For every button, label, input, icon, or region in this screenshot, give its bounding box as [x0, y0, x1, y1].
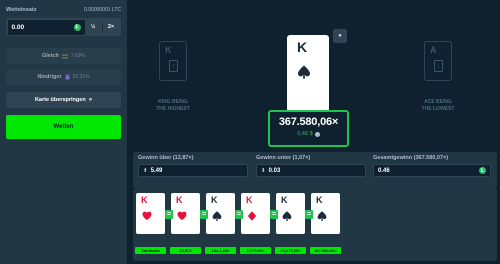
profit-higher-field: ⬆ 5.49 — [138, 164, 248, 177]
profit-lower-label: Gewinn unter (1,07×) — [256, 155, 311, 161]
double-chevron-icon: » — [88, 97, 93, 103]
spade-icon — [317, 211, 327, 221]
half-bet-button[interactable]: ½ — [85, 20, 102, 35]
bet-sidebar: Wetteinsatz 0.00000001 LTC 0.00 Ł ½ 2× G… — [0, 0, 127, 264]
total-profit: Gesamtgewinn (367.580,07×) 0.46 Ł — [373, 155, 491, 177]
history-card: K — [276, 193, 305, 234]
profit-higher: Gewinn über (12,87×) ⬆ 5.49 — [138, 155, 248, 177]
double-bet-button[interactable]: 2× — [103, 20, 120, 35]
history-card: K — [206, 193, 235, 234]
bet-amount-label: Wetteinsatz — [6, 7, 37, 13]
bet-lower-label: Niedriger — [37, 74, 62, 80]
bet-same-probability: 7,69% — [70, 53, 85, 59]
place-bet-button[interactable]: Wetten — [6, 115, 121, 139]
profit-lower-field: ⬇ 0.03 — [256, 164, 366, 177]
history-card-rank: K — [316, 195, 323, 205]
bet-crypto-value: 0.00000001 LTC — [84, 7, 121, 13]
history-multiplier-tag: 367.580,06× — [310, 247, 341, 254]
equals-marker-icon: = — [270, 210, 278, 219]
spade-icon — [212, 211, 222, 221]
profit-higher-value-wrap: ⬆ 5.49 — [143, 168, 162, 174]
ghost-card-rank: A — [430, 45, 437, 55]
equals-icon — [61, 54, 68, 58]
profit-higher-label: Gewinn über (12,87×) — [138, 155, 194, 161]
equals-marker-icon: = — [165, 210, 173, 219]
bet-amount-value[interactable]: 0.00 — [12, 24, 25, 31]
bet-input-row: 0.00 Ł ½ 2× — [6, 18, 121, 36]
bet-same-button[interactable]: Gleich 7,69% — [6, 48, 121, 64]
diamond-icon — [247, 211, 257, 221]
heart-icon — [142, 211, 152, 220]
history-card: K — [311, 193, 340, 234]
ace-caption-line2: THE LOWEST — [421, 105, 455, 112]
equals-marker-icon: = — [305, 210, 313, 219]
ghost-card-rank: K — [165, 45, 172, 55]
history-card-rank: K — [141, 195, 148, 205]
ace-caption: ACE BEING THE LOWEST — [408, 99, 468, 112]
down-arrow-icon: ↓ — [434, 60, 443, 72]
bet-lower-button[interactable]: Niedriger 92,31% — [6, 69, 121, 85]
skip-card-label: Karte überspringen — [34, 97, 86, 103]
total-profit-field: 0.46 Ł — [373, 164, 491, 177]
up-arrow-icon: ↑ — [169, 60, 178, 72]
profit-higher-value: 5.49 — [150, 167, 163, 174]
spade-icon — [282, 211, 292, 221]
profit-lower: Gewinn unter (1,07×) ⬇ 0.03 — [256, 155, 366, 177]
history-multiplier-tag: 2,375,00× — [240, 247, 271, 254]
coin-icon — [314, 131, 320, 137]
history-card-rank: K — [281, 195, 288, 205]
payout-box: 367.580,06× 0,46 $ — [268, 110, 349, 147]
equals-marker-icon: = — [200, 210, 208, 219]
history-multiplier-tag: Startkarte — [135, 247, 166, 254]
heart-icon — [177, 211, 187, 220]
profit-lower-value-wrap: ⬇ 0.03 — [261, 168, 280, 174]
history-multiplier-tag: 184,1,23× — [205, 247, 236, 254]
up-arrow-icon: ⬆ — [143, 167, 148, 174]
king-caption: KING BEING THE HIGHEST — [143, 99, 203, 112]
history-card: K — [171, 193, 200, 234]
bet-same-label: Gleich — [42, 53, 59, 59]
payout-multiplier: 367.580,06× — [278, 116, 339, 128]
litecoin-icon: Ł — [73, 23, 81, 31]
bet-lower-probability: 92,31% — [72, 74, 90, 80]
skip-card-button[interactable]: Karte überspringen » — [6, 92, 121, 108]
history-card-rank: K — [246, 195, 253, 205]
down-arrow-icon — [64, 74, 70, 80]
profit-lower-value: 0.03 — [268, 167, 281, 174]
ghost-card-king: K ↑ — [159, 41, 187, 81]
payout-amount-row: 0,46 $ — [270, 131, 347, 137]
current-card-rank: K — [297, 39, 308, 55]
history-multiplier-tag: 28,275,00× — [275, 247, 306, 254]
history-card: K — [241, 193, 270, 234]
profit-stats-panel: Gewinn über (12,87×) ⬆ 5.49 Gewinn unter … — [133, 152, 497, 189]
hilo-game-screen: Wetteinsatz 0.00000001 LTC 0.00 Ł ½ 2× G… — [0, 0, 500, 264]
equals-marker-icon: = — [235, 210, 243, 219]
king-caption-line2: THE HIGHEST — [156, 105, 190, 112]
total-profit-value: 0.46 — [378, 167, 390, 174]
history-card-rank: K — [176, 195, 183, 205]
history-multiplier-tag: 13,57× — [170, 247, 201, 254]
total-profit-label: Gesamtgewinn (367.580,07×) — [373, 155, 449, 161]
payout-amount: 0,46 $ — [297, 131, 313, 137]
ghost-card-ace: A ↓ — [424, 41, 452, 81]
litecoin-icon: Ł — [479, 167, 486, 174]
history-card: K — [136, 193, 165, 234]
skip-card-mini-button[interactable]: » — [333, 29, 347, 43]
current-card: K — [287, 35, 329, 112]
history-card-rank: K — [211, 195, 218, 205]
card-history: K Startkarte K = 13,57× K = 184,1,23× K = 2,375,00… — [133, 189, 497, 261]
down-arrow-icon: ⬇ — [261, 167, 266, 174]
bet-amount-input[interactable]: 0.00 Ł — [7, 19, 85, 35]
bet-header: Wetteinsatz 0.00000001 LTC — [6, 5, 121, 15]
spade-icon — [298, 65, 310, 79]
